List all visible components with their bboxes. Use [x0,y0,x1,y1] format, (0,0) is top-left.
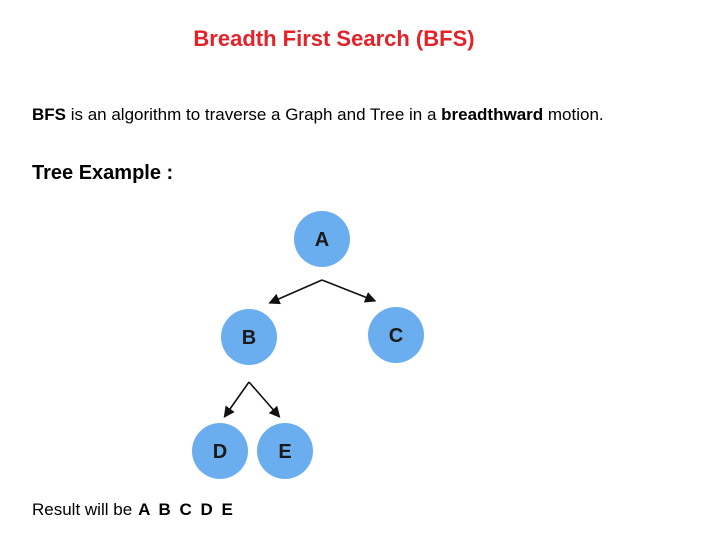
tree-node-c: C [368,307,424,363]
tree-node-b: B [221,309,277,365]
edge-a-b-arrow [268,279,323,305]
node-label: C [389,325,403,347]
tree-node-d: D [192,423,248,479]
node-label: B [242,327,256,349]
result-line: Result will be A B C D E [32,500,235,520]
tree-nodes: A B C D E [192,211,424,479]
tree-node-e: E [257,423,313,479]
edge-b-d-arrow [223,381,250,418]
node-label: D [213,441,227,463]
tree-diagram: A B C D E [192,211,424,479]
node-label: A [315,229,329,251]
edge-a-c-arrow [321,279,377,303]
result-label: Result will be [32,500,133,519]
edge-b-e-arrow [248,381,281,418]
node-label: E [278,441,291,463]
result-sequence: A B C D E [138,500,235,519]
tree-node-a: A [294,211,350,267]
